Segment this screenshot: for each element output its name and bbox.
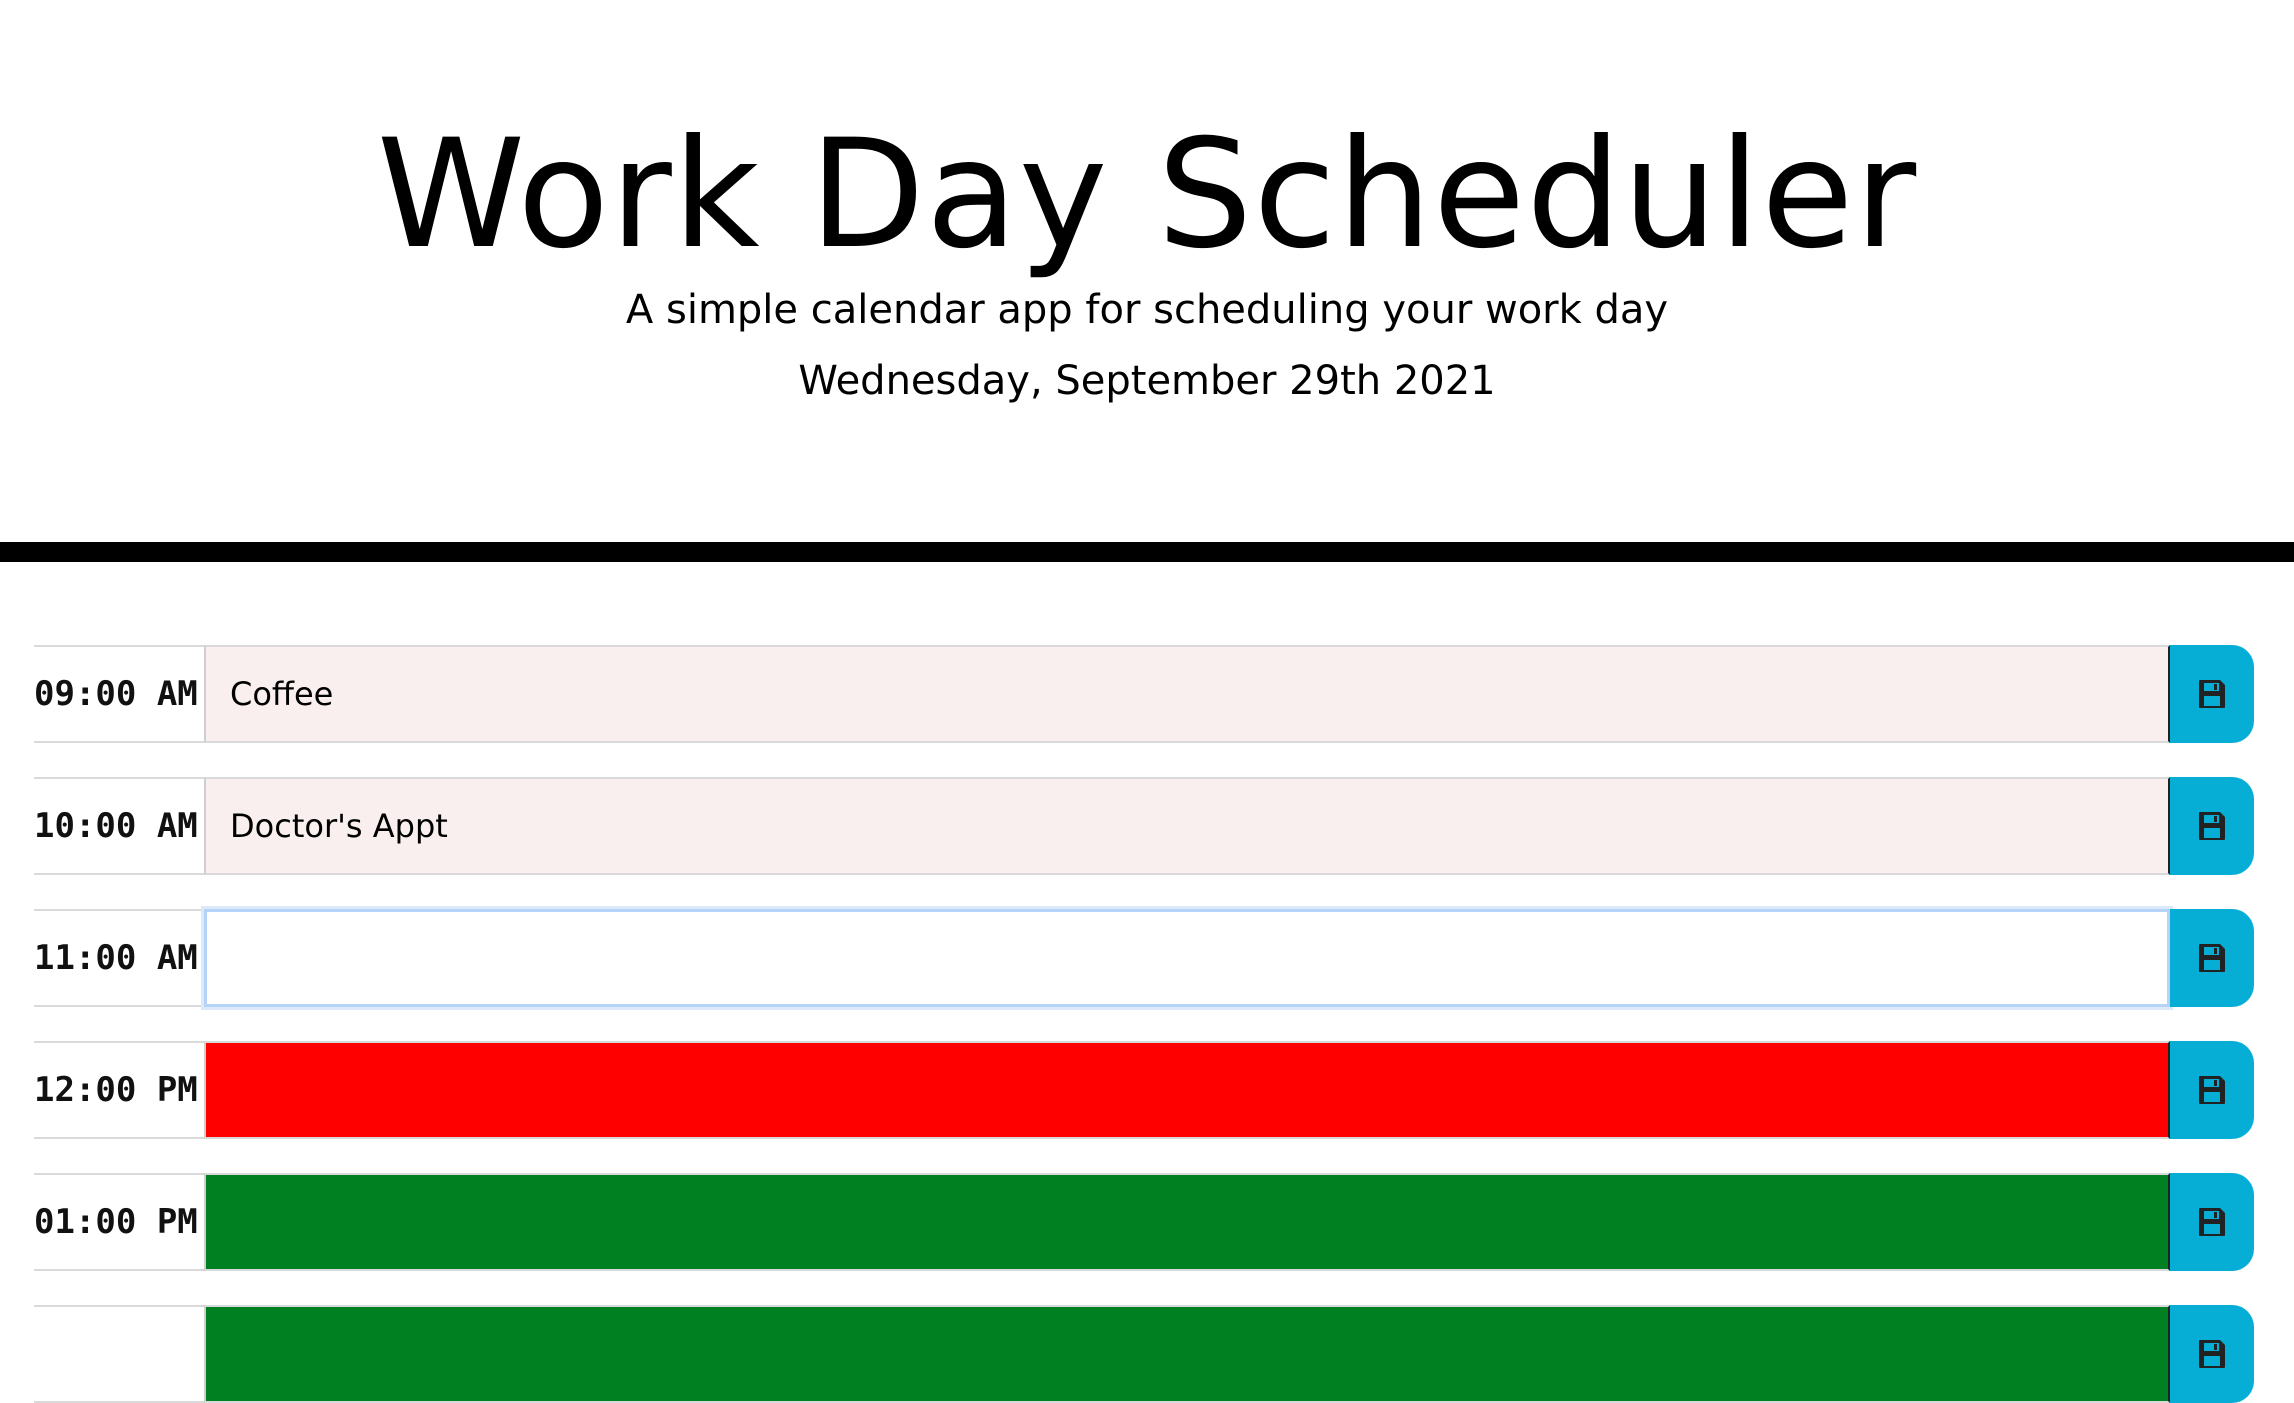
save-icon [2199,680,2225,708]
hour-label [34,1305,204,1403]
save-button[interactable] [2170,1041,2254,1139]
hour-label: 11:00 AM [34,909,204,1007]
page-title: Work Day Scheduler [376,108,1918,282]
event-description-input[interactable] [204,1305,2170,1403]
time-block: 09:00 AM [34,645,2254,743]
hour-label: 12:00 PM [34,1041,204,1139]
event-description-input[interactable] [204,1173,2170,1271]
save-button[interactable] [2170,1173,2254,1271]
save-button[interactable] [2170,1305,2254,1403]
time-block: 12:00 PM [34,1041,2254,1139]
save-icon [2199,1076,2225,1104]
event-description-input[interactable] [204,1041,2170,1139]
current-day: Wednesday, September 29th 2021 [798,358,1496,404]
save-button[interactable] [2170,909,2254,1007]
page-subtitle: A simple calendar app for scheduling you… [625,287,1669,333]
save-icon [2199,1340,2225,1368]
save-button[interactable] [2170,645,2254,743]
event-description-input[interactable] [204,909,2170,1007]
save-icon [2199,944,2225,972]
hour-label: 01:00 PM [34,1173,204,1271]
time-block: 11:00 AM [34,909,2254,1007]
event-description-input[interactable] [204,777,2170,875]
time-block [34,1305,2254,1403]
save-button[interactable] [2170,777,2254,875]
header: Work Day Scheduler A simple calendar app… [0,0,2294,562]
hour-label: 10:00 AM [34,777,204,875]
save-icon [2199,812,2225,840]
time-block: 10:00 AM [34,777,2254,875]
save-icon [2199,1208,2225,1236]
hour-label: 09:00 AM [34,645,204,743]
time-block: 01:00 PM [34,1173,2254,1271]
event-description-input[interactable] [204,645,2170,743]
